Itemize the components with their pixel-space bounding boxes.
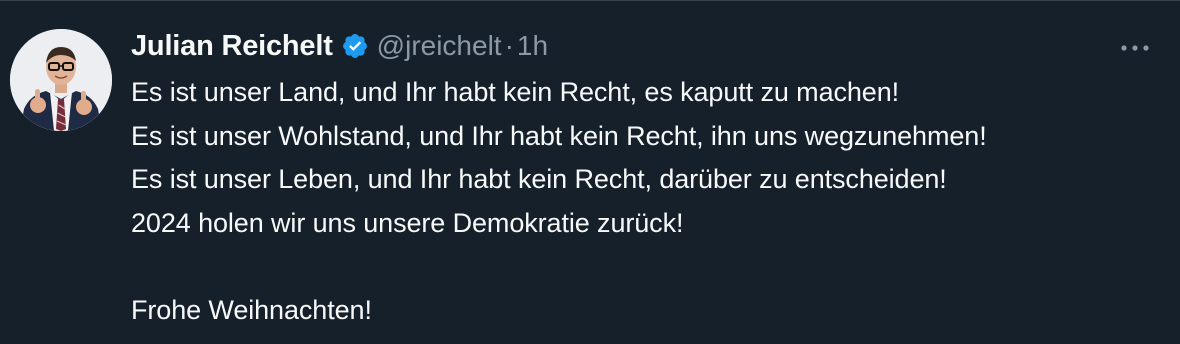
tweet-text-line: Es ist unser Wohlstand, und Ihr habt kei… <box>131 120 987 151</box>
tweet-text-line: Frohe Weihnachten! <box>131 294 372 325</box>
avatar[interactable] <box>10 29 112 131</box>
separator-dot: · <box>504 30 514 61</box>
verified-badge-icon[interactable] <box>341 32 369 60</box>
tweet-text-line: Es ist unser Leben, und Ihr habt kein Re… <box>131 164 947 194</box>
tweet-header: Julian Reichelt @jreichelt · 1h <box>131 27 548 65</box>
tweet-text: Es ist unser Land, und Ihr habt kein Rec… <box>131 71 1171 332</box>
more-options-button[interactable] <box>1118 31 1152 65</box>
tweet-text-line: 2024 holen wir uns unsere Demokratie zur… <box>131 207 684 238</box>
avatar-photo <box>10 29 112 131</box>
author-handle[interactable]: @jreichelt <box>377 30 502 62</box>
timestamp[interactable]: 1h <box>517 30 548 62</box>
author-name[interactable]: Julian Reichelt <box>131 30 333 63</box>
tweet[interactable]: Julian Reichelt @jreichelt · 1h Es ist u… <box>0 1 1180 344</box>
more-options-icon <box>1121 45 1149 51</box>
tweet-text-line: Es ist unser Land, und Ihr habt kein Rec… <box>131 77 900 107</box>
